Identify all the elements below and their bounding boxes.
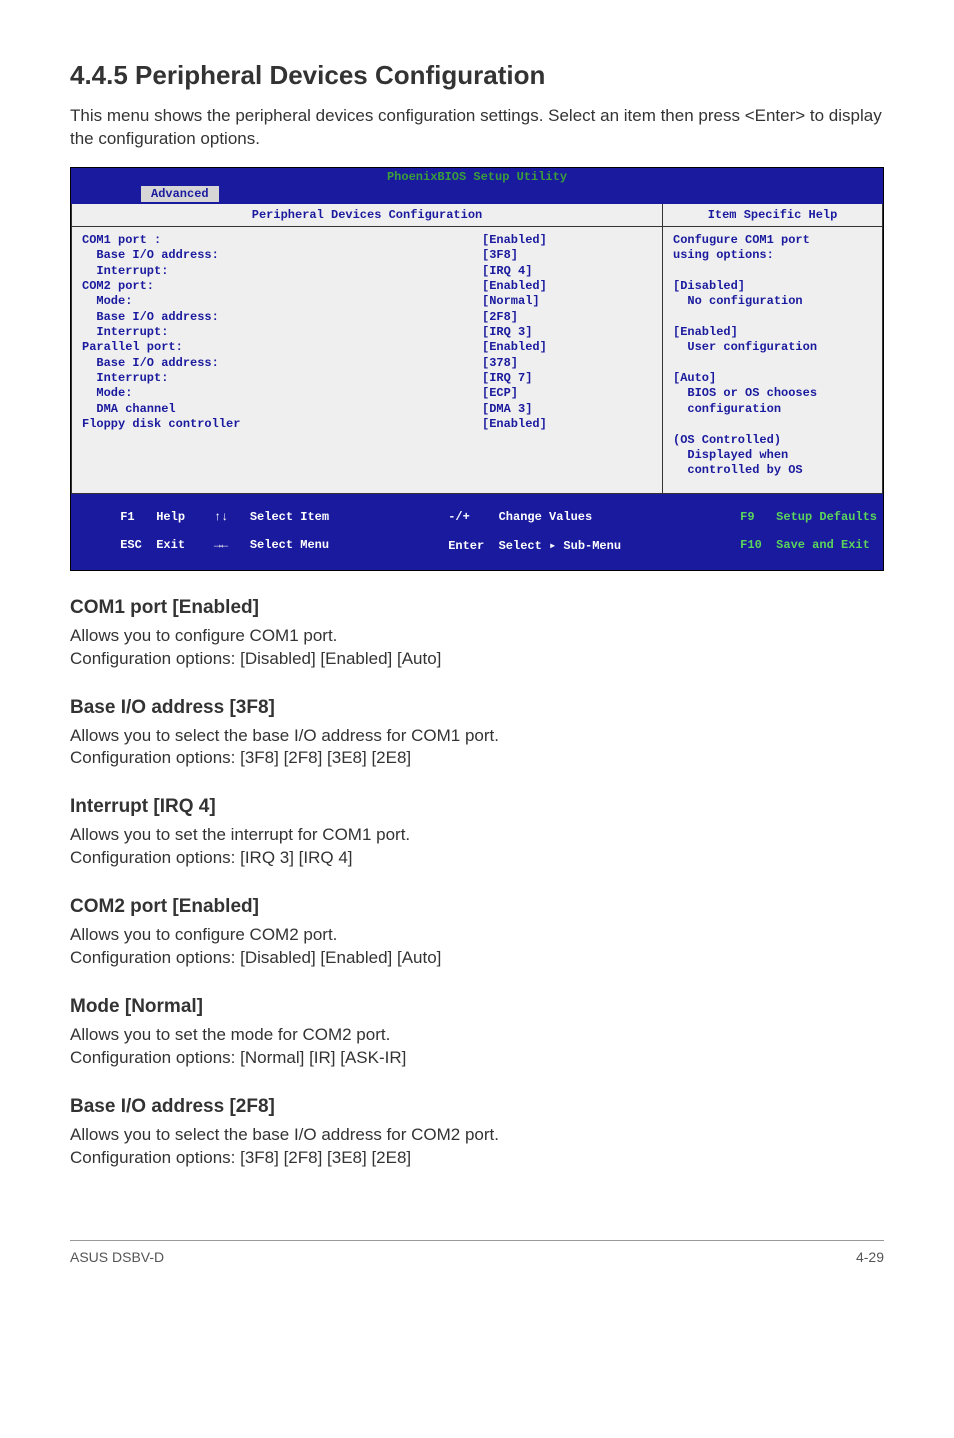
subsection-body: Allows you to set the mode for COM2 port… bbox=[70, 1024, 884, 1070]
subsection-heading: Base I/O address [3F8] bbox=[70, 697, 884, 719]
bios-footer: F1 Help ↑↓ Select Item ESC Exit →← Selec… bbox=[71, 494, 883, 570]
bios-footer-col1-line1: F1 Help ↑↓ Select Item bbox=[120, 510, 329, 524]
subsection-body: Allows you to configure COM2 port. Confi… bbox=[70, 924, 884, 970]
bios-help-panel: Item Specific Help Confugure COM1 port u… bbox=[663, 204, 883, 494]
subsection-body: Allows you to configure COM1 port. Confi… bbox=[70, 625, 884, 671]
bios-tab-bar: Advanced bbox=[71, 186, 883, 204]
bios-footer-col3-line2: F10 Save and Exit bbox=[740, 538, 870, 552]
bios-footer-col2-line2: Enter Select ▸ Sub-Menu bbox=[448, 539, 621, 553]
subsection-heading: Base I/O address [2F8] bbox=[70, 1096, 884, 1118]
subsection-body: Allows you to set the interrupt for COM1… bbox=[70, 824, 884, 870]
subsection-heading: Interrupt [IRQ 4] bbox=[70, 796, 884, 818]
bios-footer-col3-line1: F9 Setup Defaults bbox=[740, 510, 877, 524]
bios-screenshot: PhoenixBIOS Setup Utility Advanced Perip… bbox=[70, 167, 884, 571]
subsection-heading: COM1 port [Enabled] bbox=[70, 597, 884, 619]
subsection-body: Allows you to select the base I/O addres… bbox=[70, 725, 884, 771]
bios-footer-col2-line1: -/+ Change Values bbox=[448, 510, 592, 524]
bios-left-panel: Peripheral Devices Configuration COM1 po… bbox=[71, 204, 663, 494]
bios-footer-col1-line2: ESC Exit →← Select Menu bbox=[120, 538, 329, 552]
page-footer: ASUS DSBV-D 4-29 bbox=[70, 1240, 884, 1265]
bios-left-header: Peripheral Devices Configuration bbox=[72, 204, 662, 227]
section-heading: 4.4.5 Peripheral Devices Configuration bbox=[70, 60, 884, 91]
subsection-heading: Mode [Normal] bbox=[70, 996, 884, 1018]
bios-setting-labels[interactable]: COM1 port : Base I/O address: Interrupt:… bbox=[82, 233, 482, 433]
footer-right: 4-29 bbox=[856, 1249, 884, 1265]
bios-setting-values[interactable]: [Enabled] [3F8] [IRQ 4] [Enabled] [Norma… bbox=[482, 233, 652, 433]
bios-title: PhoenixBIOS Setup Utility bbox=[71, 168, 883, 186]
bios-help-header: Item Specific Help bbox=[663, 204, 882, 227]
footer-left: ASUS DSBV-D bbox=[70, 1249, 164, 1265]
bios-help-text: Confugure COM1 port using options: [Disa… bbox=[663, 227, 882, 493]
intro-paragraph: This menu shows the peripheral devices c… bbox=[70, 105, 884, 151]
subsection-heading: COM2 port [Enabled] bbox=[70, 896, 884, 918]
subsection-body: Allows you to select the base I/O addres… bbox=[70, 1124, 884, 1170]
bios-tab-advanced[interactable]: Advanced bbox=[141, 186, 219, 202]
